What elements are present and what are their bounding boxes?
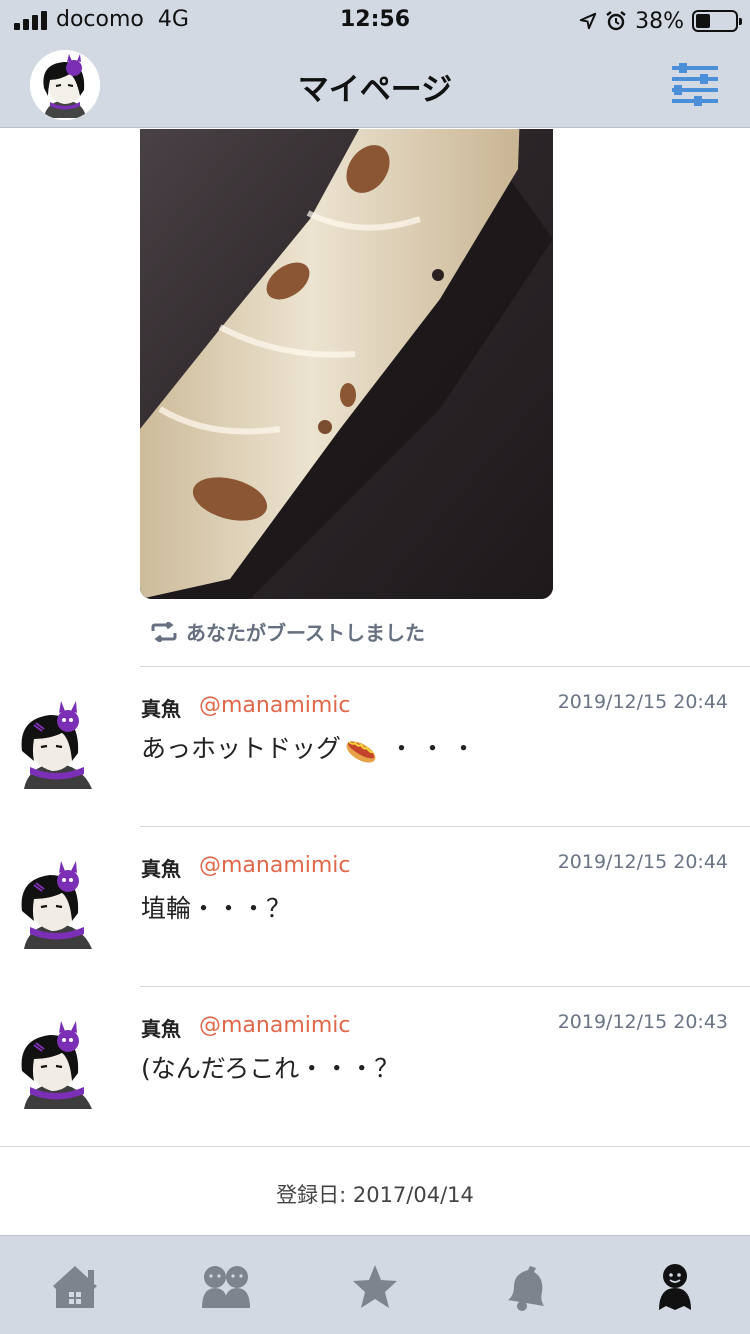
tab-bar	[0, 1235, 750, 1334]
timeline[interactable]: あなたがブーストしました 真魚 @manamimic 2019/12/15 20…	[0, 129, 750, 1235]
post-text: 埴輪・・・？	[141, 894, 292, 923]
post-author-handle[interactable]: @manamimic	[199, 693, 351, 718]
boost-icon	[151, 621, 177, 642]
post-author-name: 真魚	[141, 1017, 181, 1041]
battery-fill	[696, 14, 711, 28]
post-item[interactable]: 真魚 @manamimic 2019/12/15 20:44 埴輪・・・？	[0, 827, 750, 987]
divider	[0, 1146, 750, 1147]
page-title: マイページ	[297, 72, 453, 108]
post-timestamp: 2019/12/15 20:44	[557, 851, 728, 873]
tab-people[interactable]	[200, 1262, 250, 1312]
post-timestamp: 2019/12/15 20:43	[557, 1011, 728, 1033]
tab-favourites[interactable]	[350, 1262, 400, 1312]
post-author-name: 真魚	[141, 697, 181, 721]
people-icon	[202, 1266, 250, 1308]
tab-notifications[interactable]	[500, 1262, 550, 1312]
status-bar: docomo 4G 12:56 38%	[0, 0, 750, 42]
sliders-icon[interactable]	[670, 62, 720, 106]
avatar[interactable]	[20, 855, 94, 951]
avatar[interactable]	[20, 695, 94, 791]
post-text: あっホットドッグ ・・・	[141, 729, 482, 765]
battery-icon	[692, 10, 742, 32]
person-icon	[659, 1264, 691, 1310]
star-icon	[353, 1265, 397, 1308]
home-icon	[53, 1266, 97, 1308]
nav-bar: マイページ	[0, 42, 750, 128]
post-item[interactable]: 真魚 @manamimic 2019/12/15 20:44 あっホットドッグ …	[0, 667, 750, 827]
post-item[interactable]: 真魚 @manamimic 2019/12/15 20:43 (なんだろこれ・・…	[0, 987, 750, 1147]
post-author-handle[interactable]: @manamimic	[199, 853, 351, 878]
bell-icon	[508, 1266, 544, 1311]
status-right-group: 38%	[579, 6, 742, 36]
boost-indicator: あなたがブーストしました	[150, 617, 425, 646]
post-timestamp: 2019/12/15 20:44	[557, 691, 728, 713]
post-text: (なんだろこれ・・・？	[141, 1054, 400, 1083]
post-author-handle[interactable]: @manamimic	[199, 1013, 351, 1038]
tab-home[interactable]	[50, 1262, 100, 1312]
tab-my-page[interactable]	[650, 1262, 700, 1312]
post-image[interactable]	[140, 129, 553, 599]
alarm-icon	[606, 11, 626, 31]
hotdog-emoji-icon	[346, 741, 376, 763]
location-arrow-icon	[579, 12, 597, 30]
post-text-suffix: ・・・	[389, 734, 483, 763]
registered-date: 登録日: 2017/04/14	[276, 1183, 474, 1207]
post-author-name: 真魚	[141, 857, 181, 881]
battery-percent: 38%	[635, 8, 684, 34]
avatar[interactable]	[20, 1015, 94, 1111]
post-text-body: あっホットドッグ	[141, 734, 342, 763]
boost-text: あなたがブーストしました	[186, 621, 425, 645]
